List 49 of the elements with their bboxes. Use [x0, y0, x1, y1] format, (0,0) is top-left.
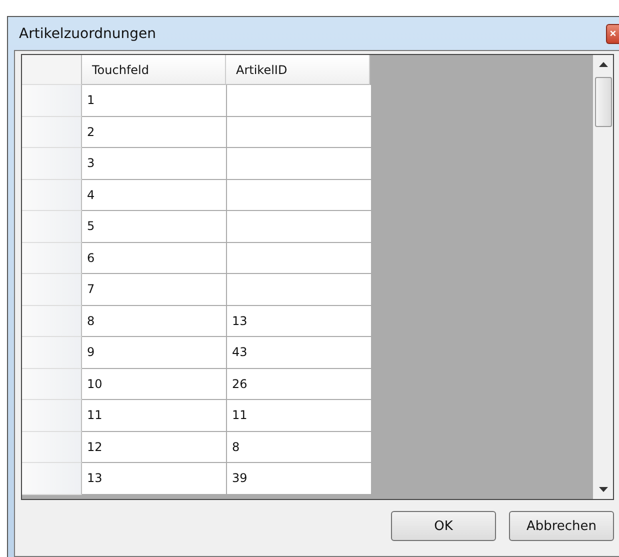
window-title: Artikelzuordnungen — [19, 26, 156, 42]
table-cell[interactable] — [227, 180, 372, 211]
table-cell[interactable]: 39 — [227, 463, 372, 494]
table-cell[interactable]: 26 — [227, 368, 372, 400]
table-cell[interactable]: 43 — [227, 337, 372, 368]
scroll-thumb[interactable] — [594, 77, 612, 127]
table-cell[interactable]: 8 — [82, 306, 227, 337]
column-header[interactable]: ArtikelID — [226, 55, 370, 85]
table-cell[interactable]: 2 — [82, 116, 227, 148]
table-cell[interactable] — [227, 148, 372, 180]
table-cell[interactable] — [227, 85, 372, 116]
table-cell[interactable] — [227, 211, 372, 242]
table-cell[interactable]: 12 — [82, 432, 227, 463]
row-header[interactable] — [22, 432, 82, 463]
row-header[interactable] — [22, 85, 82, 116]
table-cell[interactable]: 3 — [82, 148, 227, 180]
table-cell[interactable]: 11 — [227, 400, 372, 432]
scroll-up-icon[interactable] — [598, 62, 608, 67]
cancel-button[interactable]: Abbrechen — [509, 511, 614, 541]
table-cell[interactable]: 8 — [227, 432, 372, 463]
row-header[interactable] — [22, 274, 82, 306]
table-cell[interactable]: 11 — [82, 400, 227, 432]
column-header[interactable]: Touchfeld — [82, 55, 226, 85]
row-header[interactable] — [22, 148, 82, 180]
scrollbar[interactable] — [593, 55, 613, 499]
row-header[interactable] — [22, 211, 82, 242]
row-header[interactable] — [22, 368, 82, 400]
table-cell[interactable]: 9 — [82, 337, 227, 368]
row-header[interactable] — [22, 306, 82, 337]
table-cell[interactable]: 4 — [82, 180, 227, 211]
row-header[interactable] — [22, 463, 82, 494]
table-cell[interactable]: 10 — [82, 368, 227, 400]
table-cell[interactable]: 7 — [82, 274, 227, 306]
table-cell[interactable]: 6 — [82, 242, 227, 274]
row-header[interactable] — [22, 180, 82, 211]
row-header[interactable] — [22, 116, 82, 148]
row-header[interactable] — [22, 400, 82, 432]
table-cell[interactable]: 13 — [82, 463, 227, 494]
table-cell[interactable] — [227, 116, 372, 148]
row-header[interactable] — [22, 337, 82, 368]
ok-button[interactable]: OK — [391, 511, 496, 541]
table-cell[interactable]: 13 — [227, 306, 372, 337]
table-cell[interactable]: 5 — [82, 211, 227, 242]
row-header[interactable] — [22, 242, 82, 274]
header-corner — [22, 55, 82, 85]
table-cell[interactable] — [227, 242, 372, 274]
table-cell[interactable] — [227, 274, 372, 306]
scroll-down-icon[interactable] — [598, 487, 608, 492]
table-cell[interactable]: 1 — [82, 85, 227, 116]
